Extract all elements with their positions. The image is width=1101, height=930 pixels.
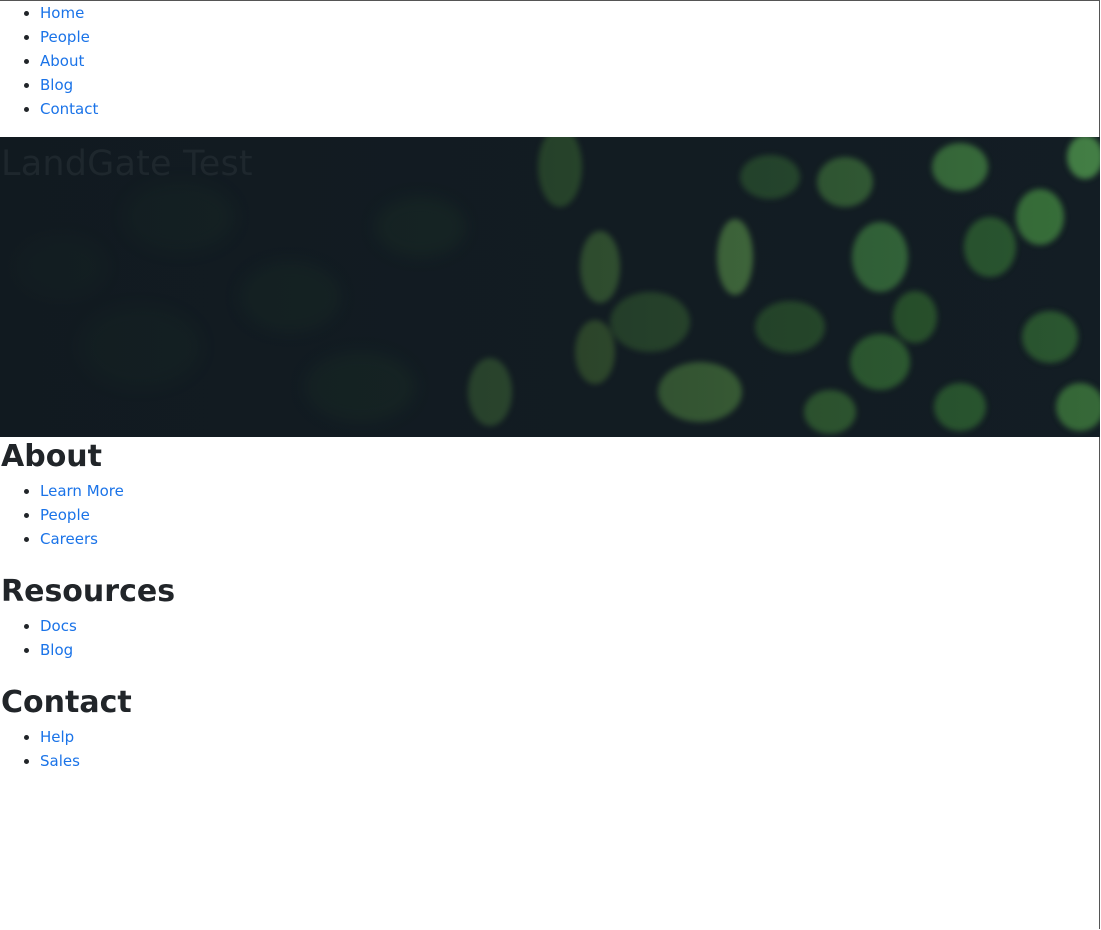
resources-heading: Resources (1, 574, 176, 609)
footer-section-contact: Contact Help Sales (0, 683, 132, 773)
list-item: Docs (40, 614, 175, 638)
nav-link-contact[interactable]: Contact (40, 100, 98, 118)
sales-link[interactable]: Sales (40, 752, 80, 770)
blog-link[interactable]: Blog (40, 641, 73, 659)
about-heading: About (1, 439, 103, 474)
nav-item-contact: Contact (40, 97, 98, 121)
learn-more-link[interactable]: Learn More (40, 482, 124, 500)
nav-item-about: About (40, 49, 98, 73)
nav-item-blog: Blog (40, 73, 98, 97)
list-item: Careers (40, 527, 124, 551)
nav-link-home[interactable]: Home (40, 4, 84, 22)
footer-section-about: About Learn More People Careers (0, 437, 124, 551)
nav-link-about[interactable]: About (40, 52, 84, 70)
nav-item-people: People (40, 25, 98, 49)
nav-link-blog[interactable]: Blog (40, 76, 73, 94)
top-navigation: Home People About Blog Contact (0, 1, 98, 121)
list-item: Help (40, 725, 132, 749)
help-link[interactable]: Help (40, 728, 74, 746)
list-item: Sales (40, 749, 132, 773)
list-item: Learn More (40, 479, 124, 503)
contact-links: Help Sales (0, 725, 132, 773)
footer-section-resources: Resources Docs Blog (0, 572, 175, 662)
resources-links: Docs Blog (0, 614, 175, 662)
contact-heading: Contact (1, 685, 132, 720)
careers-link[interactable]: Careers (40, 530, 98, 548)
top-nav-list: Home People About Blog Contact (0, 1, 98, 121)
list-item: Blog (40, 638, 175, 662)
nav-item-home: Home (40, 1, 98, 25)
hero-title: LandGate Test (1, 144, 253, 184)
list-item: People (40, 503, 124, 527)
about-links: Learn More People Careers (0, 479, 124, 551)
docs-link[interactable]: Docs (40, 617, 77, 635)
people-link[interactable]: People (40, 506, 90, 524)
hero-banner: LandGate Test (0, 137, 1100, 437)
nav-link-people[interactable]: People (40, 28, 90, 46)
